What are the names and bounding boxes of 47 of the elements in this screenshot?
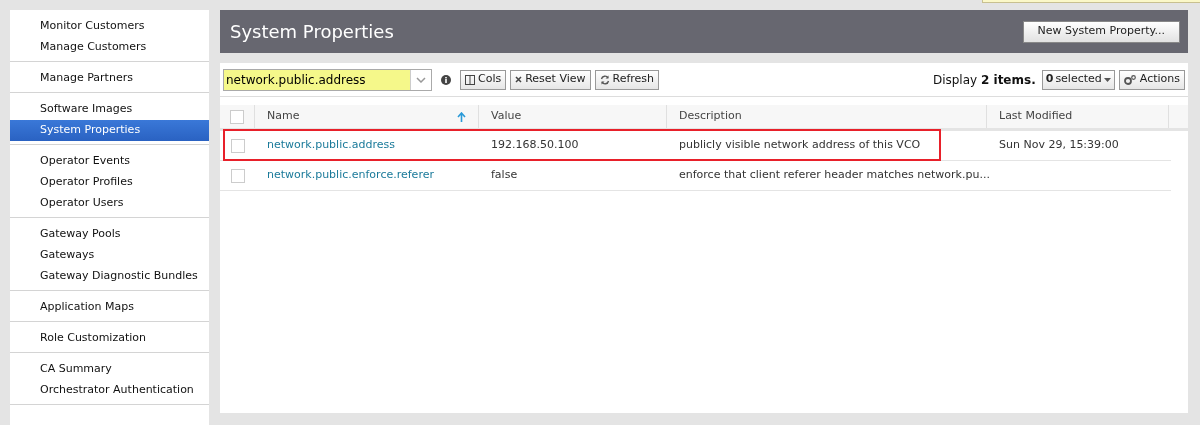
display-count: Display 2 items. (932, 71, 1036, 89)
column-header[interactable]: Last Modified (987, 105, 1169, 128)
actions-button[interactable]: Actions (1118, 69, 1185, 90)
sidebar-item[interactable]: Application Maps (10, 297, 209, 318)
row-checkbox[interactable] (230, 168, 245, 183)
caret-icon (1103, 77, 1111, 82)
toolbar-button[interactable]: Cols (460, 69, 507, 90)
property-link[interactable]: network.public.enforce.referer (267, 167, 434, 184)
sidebar-item[interactable]: Orchestrator Authentication (10, 380, 209, 401)
sidebar-item[interactable]: Gateways (10, 245, 209, 266)
table-cell: enforce that client referer header matches network.pu... (679, 167, 990, 184)
sort-up-icon (457, 111, 466, 122)
table-cell: Sun Nov 29, 15:39:00 (999, 137, 1119, 154)
table-cell: false (491, 167, 518, 184)
property-link[interactable]: network.public.address (267, 137, 395, 154)
sidebar-item[interactable]: Manage Customers (10, 37, 209, 58)
sidebar-item[interactable]: Gateway Diagnostic Bundles (10, 266, 209, 287)
sidebar-item[interactable]: Gateway Pools (10, 224, 209, 245)
row-checkbox[interactable] (230, 138, 245, 153)
column-header[interactable]: Name (255, 105, 479, 128)
column-header[interactable]: Value (479, 105, 667, 128)
columns-icon (465, 74, 475, 85)
sidebar-item[interactable]: Operator Profiles (10, 172, 209, 193)
toolbar-button[interactable]: Reset View (510, 69, 591, 90)
close-icon (515, 76, 523, 83)
table-row[interactable]: network.public.address 192.168.50.100 publicly visible network address of this VCO Sun Nov 29, 15:39:00 (220, 131, 1171, 161)
sidebar-item[interactable]: Monitor Customers (10, 16, 209, 37)
sidebar-item[interactable]: Operator Events (10, 151, 209, 172)
gears-icon (1123, 74, 1136, 85)
column-header[interactable]: Description (667, 105, 987, 128)
page-title: System Properties (230, 20, 394, 44)
sidebar-item[interactable]: Role Customization (10, 328, 209, 349)
sidebar-item[interactable]: System Properties (10, 120, 209, 141)
table-row[interactable]: network.public.enforce.referer false enforce that client referer header matches network.pu... (220, 161, 1171, 191)
sidebar-item[interactable]: Software Images (10, 99, 209, 120)
sidebar-item[interactable]: CA Summary (10, 359, 209, 380)
sidebar-item[interactable]: Operator Users (10, 193, 209, 214)
sidebar-item[interactable]: Manage Partners (10, 68, 209, 89)
new-property-button[interactable]: New System Property... (1022, 20, 1180, 43)
select-all-checkbox[interactable] (230, 109, 244, 124)
table-cell: 192.168.50.100 (491, 137, 579, 154)
table-cell: publicly visible network address of this VCO (679, 137, 921, 154)
info-icon[interactable] (441, 74, 451, 85)
search-field[interactable]: network.public.address (223, 68, 432, 91)
selected-dropdown[interactable]: 0 selected (1041, 69, 1115, 90)
refresh-icon (599, 74, 610, 85)
toolbar-button[interactable]: Refresh (594, 69, 660, 90)
